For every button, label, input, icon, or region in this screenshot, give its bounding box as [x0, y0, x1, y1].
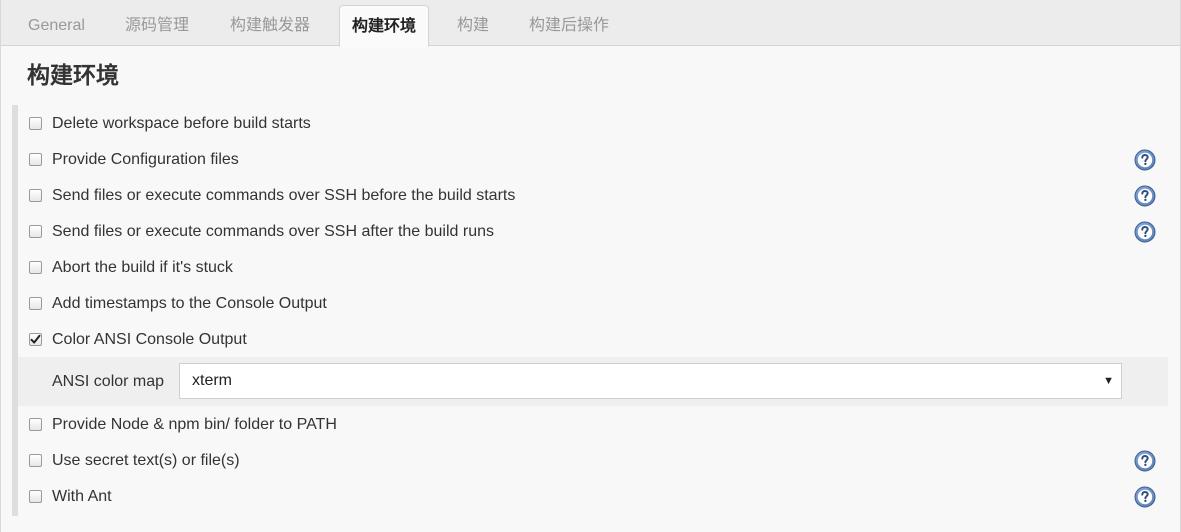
- checkbox[interactable]: [29, 454, 42, 467]
- checkbox[interactable]: [29, 225, 42, 238]
- ansi-color-map-label: ANSI color map: [52, 373, 165, 390]
- option-delete-workspace: Delete workspace before build starts: [18, 106, 1168, 142]
- ansi-color-map-row: ANSI color map xterm ▼: [18, 357, 1168, 406]
- option-ssh-after-build: Send files or execute commands over SSH …: [18, 214, 1168, 250]
- tab-build-triggers[interactable]: 构建触发器: [230, 0, 310, 46]
- select-value: xterm: [192, 372, 232, 389]
- help-icon[interactable]: [1134, 486, 1156, 508]
- tab-post-build-actions[interactable]: 构建后操作: [529, 0, 609, 46]
- checkbox[interactable]: [29, 333, 42, 346]
- help-icon[interactable]: [1134, 149, 1156, 171]
- option-label: Abort the build if it's stuck: [52, 259, 233, 276]
- config-page: General 源码管理 构建触发器 构建环境 构建 构建后操作 构建环境 De…: [0, 0, 1181, 532]
- option-label: Add timestamps to the Console Output: [52, 295, 327, 312]
- help-icon[interactable]: [1134, 450, 1156, 472]
- option-label: Send files or execute commands over SSH …: [52, 187, 516, 204]
- option-label: Color ANSI Console Output: [52, 331, 247, 348]
- tab-build-environment[interactable]: 构建环境: [339, 5, 430, 47]
- option-label: Provide Configuration files: [52, 151, 239, 168]
- help-icon[interactable]: [1134, 185, 1156, 207]
- option-label: Send files or execute commands over SSH …: [52, 223, 494, 240]
- tab-bar: General 源码管理 构建触发器 构建环境 构建 构建后操作: [1, 0, 1180, 47]
- help-icon[interactable]: [1134, 221, 1156, 243]
- option-add-timestamps: Add timestamps to the Console Output: [18, 286, 1168, 322]
- option-provide-node-npm: Provide Node & npm bin/ folder to PATH: [18, 407, 1168, 443]
- section-title: 构建环境: [27, 62, 119, 88]
- checkbox[interactable]: [29, 490, 42, 503]
- checkbox[interactable]: [29, 261, 42, 274]
- checkbox[interactable]: [29, 297, 42, 310]
- checkbox[interactable]: [29, 418, 42, 431]
- checkbox[interactable]: [29, 153, 42, 166]
- option-color-ansi: Color ANSI Console Output: [18, 322, 1168, 358]
- checkbox[interactable]: [29, 117, 42, 130]
- option-label: Use secret text(s) or file(s): [52, 452, 240, 469]
- option-label: With Ant: [52, 488, 112, 505]
- ansi-color-map-select[interactable]: xterm ▼: [179, 363, 1122, 399]
- option-abort-if-stuck: Abort the build if it's stuck: [18, 250, 1168, 286]
- tab-general[interactable]: General: [28, 0, 85, 46]
- checkmark-icon: [30, 334, 41, 344]
- checkbox[interactable]: [29, 189, 42, 202]
- tab-source-control[interactable]: 源码管理: [125, 0, 189, 46]
- option-label: Provide Node & npm bin/ folder to PATH: [52, 416, 337, 433]
- option-provide-config-files: Provide Configuration files: [18, 142, 1168, 178]
- option-label: Delete workspace before build starts: [52, 115, 311, 132]
- triangle-down-icon: ▼: [1103, 375, 1114, 387]
- option-use-secret-text: Use secret text(s) or file(s): [18, 443, 1168, 479]
- option-ssh-before-build: Send files or execute commands over SSH …: [18, 178, 1168, 214]
- option-with-ant: With Ant: [18, 479, 1168, 515]
- tab-build[interactable]: 构建: [457, 0, 489, 46]
